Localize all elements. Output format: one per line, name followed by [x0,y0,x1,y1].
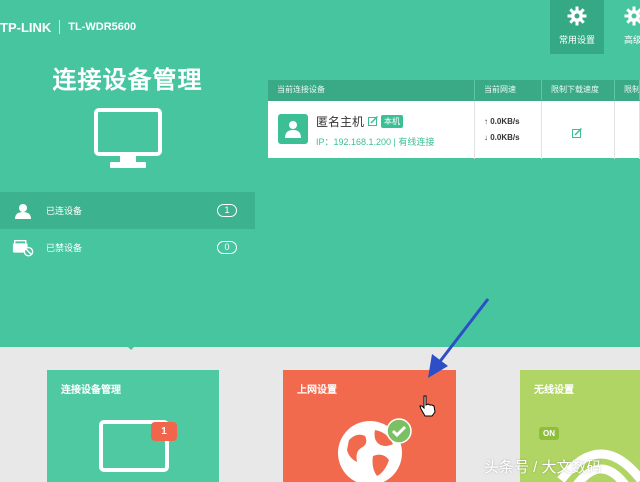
count-badge: 0 [217,241,237,254]
check-icon [386,418,412,444]
this-device-tag: 本机 [381,115,404,128]
monitor-icon [94,108,162,177]
brand-divider [59,20,61,34]
column-header: 当前网速 [475,80,542,100]
panel-pointer [124,343,138,350]
table-row: 匿名主机 本机 IP：192.168.1.200 | 有线连接 ↑ 0.0KB/… [268,100,640,159]
device-name: 匿名主机 [316,115,365,129]
upload-speed: ↑ 0.0KB/s [484,117,520,126]
nav-item-label: 已连设备 [46,206,83,216]
nav-item-blocked-devices[interactable]: 已禁设备 0 [0,229,255,266]
toolbar-label: 高级 [624,35,640,45]
column-header: 限制下载速度 [542,80,615,100]
edit-icon[interactable] [368,115,379,129]
gear-icon [567,6,587,26]
limit-download-cell [542,101,615,159]
gear-icon [624,6,640,26]
brand-logo: TP-LINK [0,19,52,35]
annotation-arrow [428,298,490,378]
watermark: 头条号 / 大文数码 [484,459,602,476]
user-icon [12,202,34,220]
page-title: 连接设备管理 [52,67,203,94]
left-nav: 已连设备 1 已禁设备 0 [0,192,255,266]
device-table: 当前连接设备 当前网速 限制下载速度 限制 匿名主机 本机 IP：192.168… [268,80,640,159]
count-badge: 1 [217,204,237,217]
brand: TP-LINK TL-WDR5600 [0,18,136,36]
card-title: 连接设备管理 [61,385,121,396]
table-header: 当前连接设备 当前网速 限制下载速度 限制 [268,80,640,100]
edit-icon[interactable] [572,125,583,143]
notification-badge: 1 [151,422,177,441]
nav-item-connected-devices[interactable]: 已连设备 1 [0,192,255,229]
blocked-device-icon [12,239,34,257]
column-header: 当前连接设备 [268,80,475,100]
limit-cell [615,101,640,159]
left-panel: TP-LINK TL-WDR5600 连接设备管理 已连设备 1 已禁设备 0 [0,0,255,347]
avatar [278,114,308,144]
column-header: 限制 [615,80,640,100]
card-title: 上网设置 [297,385,337,396]
hand-cursor-icon [419,395,436,417]
download-speed: ↓ 0.0KB/s [484,133,520,142]
device-name-line: 匿名主机 本机 [316,113,404,130]
model-name: TL-WDR5600 [68,21,137,33]
device-ip: IP：192.168.1.200 | 有线连接 [316,137,435,147]
card-internet-settings[interactable]: 上网设置 [283,370,456,482]
device-cell: 匿名主机 本机 IP：192.168.1.200 | 有线连接 [268,101,475,159]
advanced-settings-button[interactable]: 高级 [612,0,640,54]
common-settings-button[interactable]: 常用设置 [550,0,604,54]
card-title: 无线设置 [534,385,574,396]
toolbar-label: 常用设置 [558,35,595,45]
speed-cell: ↑ 0.0KB/s ↓ 0.0KB/s [475,101,542,159]
nav-item-label: 已禁设备 [46,243,83,253]
wireless-status-badge: ON [539,427,559,440]
card-device-management[interactable]: 连接设备管理 [47,370,219,482]
